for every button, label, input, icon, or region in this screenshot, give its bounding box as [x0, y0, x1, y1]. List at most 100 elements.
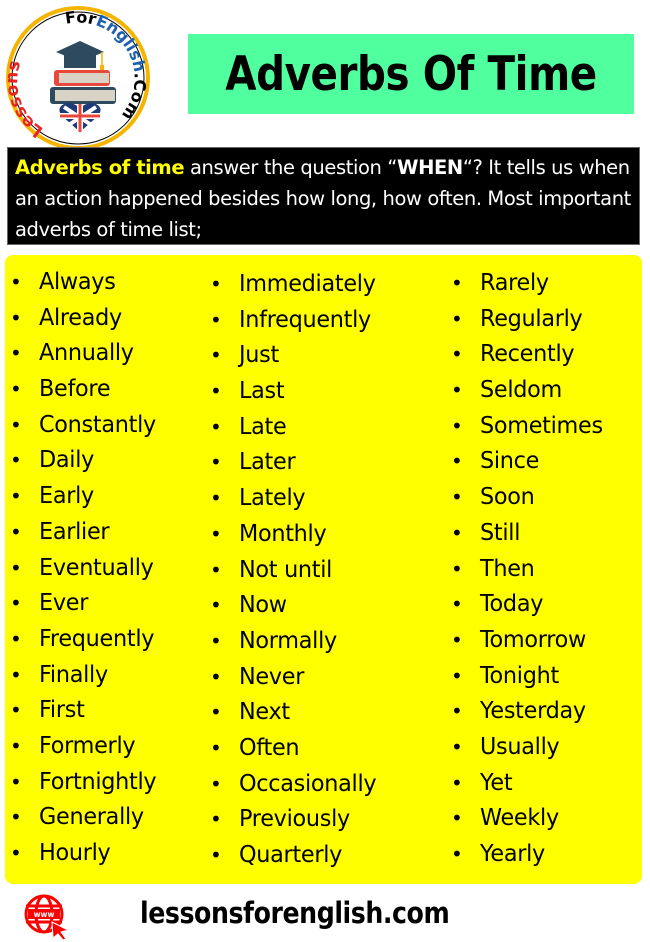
adverb-word: Finally	[39, 659, 108, 688]
adverb-list-item: • Just	[209, 337, 384, 373]
adverb-list-item: • Yesterday	[450, 693, 609, 729]
bullet-icon: •	[10, 484, 22, 509]
adverb-word: Fortnightly	[39, 766, 157, 795]
adverb-list-item: • Rarely	[450, 265, 609, 301]
adverb-list-item: • Often	[209, 730, 384, 766]
adverb-list-item: • Daily	[9, 442, 163, 478]
adverb-word: Constantly	[39, 409, 156, 438]
adverb-list-item: • Occasionally	[209, 766, 384, 802]
adverb-word: Generally	[39, 802, 144, 831]
adverb-list-item: • Normally	[209, 623, 384, 659]
bullet-icon: •	[10, 519, 22, 544]
adverb-list-item: • Hourly	[9, 835, 163, 871]
bullet-icon: •	[210, 486, 222, 511]
adverb-word: Monthly	[239, 518, 327, 547]
bullet-icon: •	[451, 842, 463, 866]
adverb-word: Often	[239, 732, 300, 761]
adverb-word: Tomorrow	[480, 624, 587, 653]
logo-text-for: For	[64, 7, 98, 28]
adverb-list-item: • Eventually	[9, 550, 163, 586]
adverb-word: Before	[39, 374, 111, 403]
bullet-icon: •	[451, 449, 463, 474]
bullet-icon: •	[210, 807, 222, 832]
bullet-icon: •	[10, 769, 22, 794]
adverb-word: Seldom	[480, 375, 562, 404]
adverb-list-item: • Next	[209, 694, 384, 730]
bullet-icon: •	[451, 663, 463, 688]
adverb-list-item: • Fortnightly	[9, 764, 163, 800]
adverb-word: Normally	[239, 625, 337, 654]
adverb-word: Still	[480, 517, 521, 546]
adverb-list-item: • Recently	[450, 336, 609, 372]
adverb-list-item: • Generally	[9, 799, 163, 835]
adverb-word: Not until	[239, 554, 333, 583]
adverb-word: Tonight	[480, 660, 559, 689]
bullet-icon: •	[210, 307, 222, 332]
bullet-icon: •	[10, 805, 22, 830]
adverb-list-item: • Ever	[9, 585, 163, 621]
bullet-icon: •	[210, 664, 222, 689]
bullet-icon: •	[210, 343, 222, 368]
site-logo: Lessons ForEnglish .Com	[4, 6, 150, 150]
intro-paragraph: Adverbs of time answer the question “WHE…	[7, 147, 640, 245]
bullet-icon: •	[210, 521, 222, 546]
bullet-icon: •	[210, 379, 222, 404]
adverb-list-item: • Yearly	[450, 836, 609, 872]
adverb-word: Recently	[480, 339, 575, 368]
adverb-list-item: • Late	[209, 409, 384, 445]
adverb-list-item: • Today	[450, 586, 609, 622]
adverb-word: Always	[39, 267, 116, 295]
bullet-icon: •	[10, 698, 22, 723]
adverb-word: Last	[239, 376, 285, 405]
bullet-icon: •	[10, 305, 22, 330]
bullet-icon: •	[451, 770, 463, 795]
adverb-list-item: • Never	[209, 659, 384, 695]
bullet-icon: •	[451, 627, 463, 652]
adverb-list-item: • Tomorrow	[450, 622, 609, 658]
adverb-list-item: • Finally	[9, 657, 163, 693]
adverb-list-item: • Later	[209, 444, 384, 480]
adverb-word: Then	[480, 553, 535, 582]
adverbs-column-3: • Rarely • Regularly • Recently • Seldom • Someti…	[450, 265, 609, 872]
bullet-icon: •	[210, 735, 222, 760]
adverb-word: Formerly	[39, 730, 136, 759]
bullet-icon: •	[210, 628, 222, 653]
www-globe-cursor-icon: www	[24, 894, 70, 940]
adverb-word: Today	[480, 589, 544, 618]
adverb-word: Yet	[480, 767, 513, 796]
bullet-icon: •	[210, 593, 222, 618]
bullet-icon: •	[451, 806, 463, 831]
adverb-word: Eventually	[39, 552, 154, 581]
adverb-word: Annually	[39, 338, 134, 367]
bullet-icon: •	[210, 414, 222, 439]
adverbs-list-panel: • Always • Already • Annually • Before • Constant…	[5, 255, 642, 884]
footer-website[interactable]: lessonsforenglish.com	[140, 896, 450, 930]
adverb-list-item: • Tonight	[450, 658, 609, 694]
adverb-word: Since	[480, 446, 540, 475]
adverb-word: Rarely	[480, 268, 549, 296]
adverb-word: Yearly	[480, 839, 545, 867]
adverb-list-item: • Seldom	[450, 372, 609, 408]
intro-text-part1: answer the question “	[184, 156, 397, 179]
bullet-icon: •	[10, 841, 22, 865]
bullet-icon: •	[451, 734, 463, 759]
adverb-list-item: • Previously	[209, 801, 384, 837]
adverb-word: Frequently	[39, 623, 155, 652]
adverb-word: Late	[239, 411, 287, 440]
adverb-list-item: • Now	[209, 587, 384, 623]
adverb-list-item: • Lately	[209, 480, 384, 516]
adverb-word: Yesterday	[480, 696, 586, 725]
adverb-word: Now	[239, 590, 287, 619]
adverb-list-item: • Before	[9, 371, 163, 407]
svg-text:www: www	[34, 910, 55, 919]
adverb-word: Lately	[239, 483, 306, 512]
adverb-word: Weekly	[480, 803, 559, 832]
adverb-word: Just	[239, 340, 279, 369]
adverbs-column-1: • Always • Already • Annually • Before • Constant…	[9, 264, 163, 871]
adverb-word: Immediately	[239, 269, 376, 297]
adverb-word: Previously	[239, 804, 350, 833]
adverb-list-item: • Sometimes	[450, 408, 609, 444]
title-banner: Adverbs Of Time	[188, 34, 634, 114]
bullet-icon: •	[10, 626, 22, 651]
adverb-list-item: • Constantly	[9, 407, 163, 443]
